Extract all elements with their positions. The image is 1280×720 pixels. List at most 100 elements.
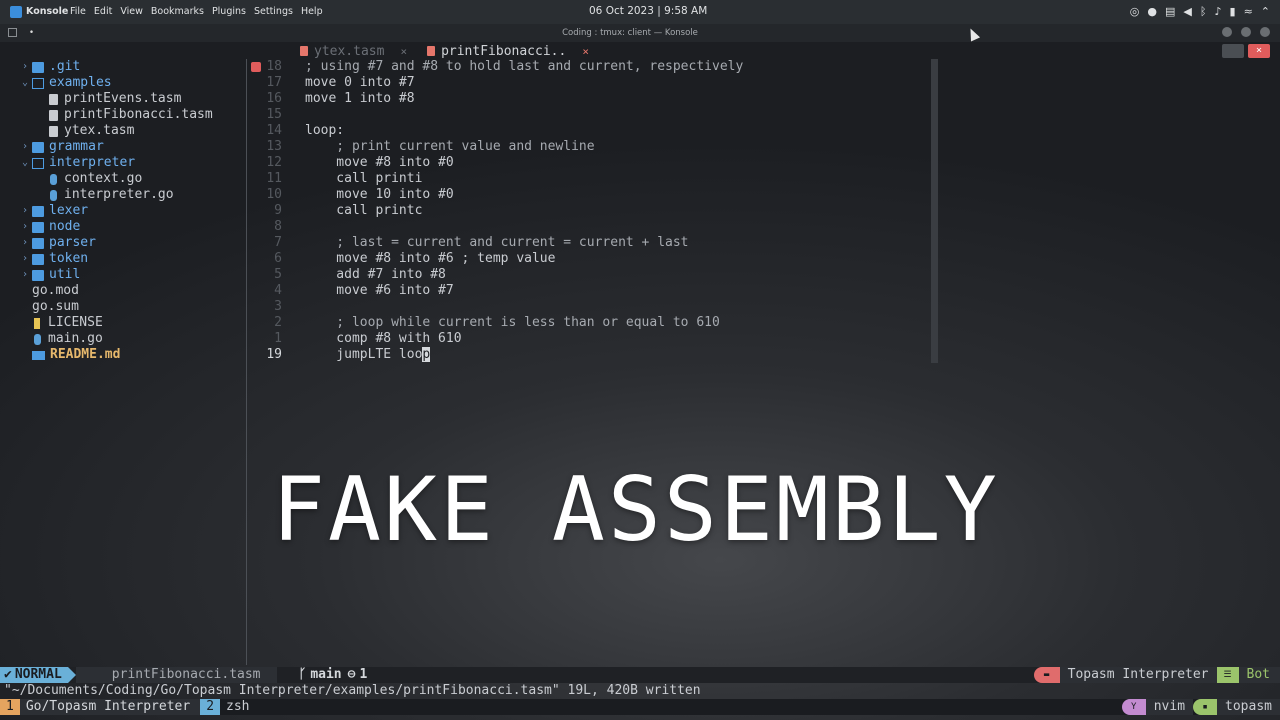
code-content: ; loop while current is less than or equ… <box>305 315 720 330</box>
tree-folder[interactable]: ⌄ examples <box>18 75 243 91</box>
clipboard-icon[interactable]: ▤ <box>1165 5 1175 18</box>
chevron-right-icon[interactable]: › <box>18 139 32 155</box>
tree-file[interactable]: README.md <box>18 347 243 363</box>
scrollbar[interactable] <box>931 59 938 363</box>
code-text: move 10 into #0 <box>305 187 454 203</box>
code-text: move 0 into #7 <box>305 75 415 91</box>
toggle-icon[interactable] <box>1222 44 1244 58</box>
microphone-icon[interactable]: ♪ <box>1214 5 1221 18</box>
folder-icon <box>32 237 44 249</box>
tree-folder[interactable]: › grammar <box>18 139 243 155</box>
tree-file[interactable]: main.go <box>18 331 243 347</box>
editor-line[interactable]: 1 comp #8 with 610 <box>250 331 940 347</box>
folder-icon <box>32 61 44 73</box>
chevron-down-icon[interactable]: ⌄ <box>18 155 32 171</box>
clock[interactable]: 06 Oct 2023 | 9:58 AM <box>589 5 707 17</box>
tree-folder[interactable]: › util <box>18 267 243 283</box>
volume-icon[interactable]: ◀ <box>1183 5 1191 18</box>
editor-line[interactable]: 9 call printc <box>250 203 940 219</box>
editor-line[interactable]: 19 jumpLTE loop <box>250 347 940 363</box>
editor-line[interactable]: 17 move 0 into #7 <box>250 75 940 91</box>
lines-icon: ☰ <box>1216 667 1239 683</box>
tree-file[interactable]: printFibonacci.tasm <box>18 107 243 123</box>
chevron-right-icon[interactable]: › <box>18 59 32 75</box>
error-sign-icon[interactable] <box>251 62 261 72</box>
editor-line[interactable]: 6 move #8 into #6 ; temp value <box>250 251 940 267</box>
chevron-right-icon[interactable]: › <box>18 219 32 235</box>
tree-file[interactable]: go.sum <box>18 299 243 315</box>
battery-icon[interactable]: ▮ <box>1230 5 1236 18</box>
chevron-right-icon[interactable]: › <box>18 203 32 219</box>
tree-file[interactable]: interpreter.go <box>18 187 243 203</box>
tab-ytex[interactable]: ytex.tasm × <box>290 43 417 59</box>
chevron-up-icon[interactable]: ⌃ <box>1261 5 1270 18</box>
tree-folder[interactable]: › parser <box>18 235 243 251</box>
menu-edit[interactable]: Edit <box>94 6 112 17</box>
editor-line[interactable]: 5 add #7 into #8 <box>250 267 940 283</box>
kde-logo-icon[interactable] <box>10 6 22 18</box>
wifi-icon[interactable]: ≈ <box>1244 5 1253 18</box>
tree-file[interactable]: ytex.tasm <box>18 123 243 139</box>
tree-folder[interactable]: › node <box>18 219 243 235</box>
tree-folder[interactable]: › token <box>18 251 243 267</box>
tmux-window-2[interactable]: 2 zsh <box>200 699 259 715</box>
tree-folder[interactable]: › .git <box>18 59 243 75</box>
tree-folder[interactable]: ⌄ interpreter <box>18 155 243 171</box>
markdown-icon <box>32 350 45 360</box>
tab-close-icon[interactable]: × <box>400 45 407 58</box>
code-comment: ; print current value and newline <box>305 139 594 155</box>
minimize-button[interactable] <box>1222 27 1232 37</box>
chevron-right-icon[interactable]: › <box>18 251 32 267</box>
line-number: 9 <box>274 203 282 218</box>
editor-line[interactable]: 15 <box>250 107 940 123</box>
editor-line[interactable]: 12 move #8 into #0 <box>250 155 940 171</box>
editor-line[interactable]: 7 ; last = current and current = current… <box>250 235 940 251</box>
line-number: 13 <box>266 139 282 154</box>
code-comment: ; last = current and current = current +… <box>305 235 688 251</box>
system-top-bar: Konsole File Edit View Bookmarks Plugins… <box>0 0 1280 24</box>
split-divider[interactable] <box>246 59 247 665</box>
editor-line[interactable]: 14 loop: <box>250 123 940 139</box>
tmux-right-status: Y nvim ▪ topasm <box>1121 699 1280 715</box>
line-number: 19 <box>266 347 282 362</box>
tasm-file-icon <box>300 46 308 56</box>
tree-file[interactable]: printEvens.tasm <box>18 91 243 107</box>
command-line[interactable]: "~/Documents/Coding/Go/Topasm Interprete… <box>4 683 701 699</box>
menu-help[interactable]: Help <box>301 6 323 17</box>
close-window-button[interactable] <box>1260 27 1270 37</box>
chevron-right-icon[interactable]: › <box>18 235 32 251</box>
tree-file[interactable]: context.go <box>18 171 243 187</box>
steam-icon[interactable]: ● <box>1147 5 1157 18</box>
editor-line[interactable]: 8 <box>250 219 940 235</box>
code-content: call printc <box>305 203 423 218</box>
tree-file[interactable]: go.mod <box>18 283 243 299</box>
editor-line[interactable]: 13 ; print current value and newline <box>250 139 940 155</box>
editor-line[interactable]: 18 ; using #7 and #8 to hold last and cur… <box>250 59 940 75</box>
menu-view[interactable]: View <box>120 6 143 17</box>
tree-file[interactable]: LICENSE <box>18 315 243 331</box>
chromium-icon[interactable]: ◎ <box>1130 5 1140 18</box>
editor-line[interactable]: 4 move #6 into #7 <box>250 283 940 299</box>
editor-line[interactable]: 3 <box>250 299 940 315</box>
tab-close-icon[interactable]: × <box>582 45 589 58</box>
tree-folder[interactable]: › lexer <box>18 203 243 219</box>
editor-line[interactable]: 11 call printi <box>250 171 940 187</box>
tab-printfibonacci[interactable]: printFibonacci.. × <box>417 43 599 59</box>
bluetooth-icon[interactable]: ᛒ <box>1200 5 1207 18</box>
menu-file[interactable]: File <box>70 6 86 17</box>
chevron-down-icon[interactable]: ⌄ <box>18 75 32 91</box>
close-tab-button[interactable]: × <box>1248 44 1270 58</box>
editor-line[interactable]: 10 move 10 into #0 <box>250 187 940 203</box>
menu-settings[interactable]: Settings <box>254 6 293 17</box>
menu-plugins[interactable]: Plugins <box>212 6 246 17</box>
overlay-caption: FAKE ASSEMBLY <box>272 458 1000 561</box>
tmux-window-1[interactable]: 1 Go/Topasm Interpreter <box>0 699 201 715</box>
menu-bookmarks[interactable]: Bookmarks <box>151 6 204 17</box>
code-content: move 10 into #0 <box>305 187 454 202</box>
maximize-button[interactable] <box>1241 27 1251 37</box>
chevron-right-icon[interactable]: › <box>18 267 32 283</box>
editor-buffer[interactable]: 18; using #7 and #8 to hold last and cur… <box>250 59 940 363</box>
tree-item-label: go.sum <box>32 299 79 314</box>
editor-line[interactable]: 16 move 1 into #8 <box>250 91 940 107</box>
editor-line[interactable]: 2 ; loop while current is less than or e… <box>250 315 940 331</box>
